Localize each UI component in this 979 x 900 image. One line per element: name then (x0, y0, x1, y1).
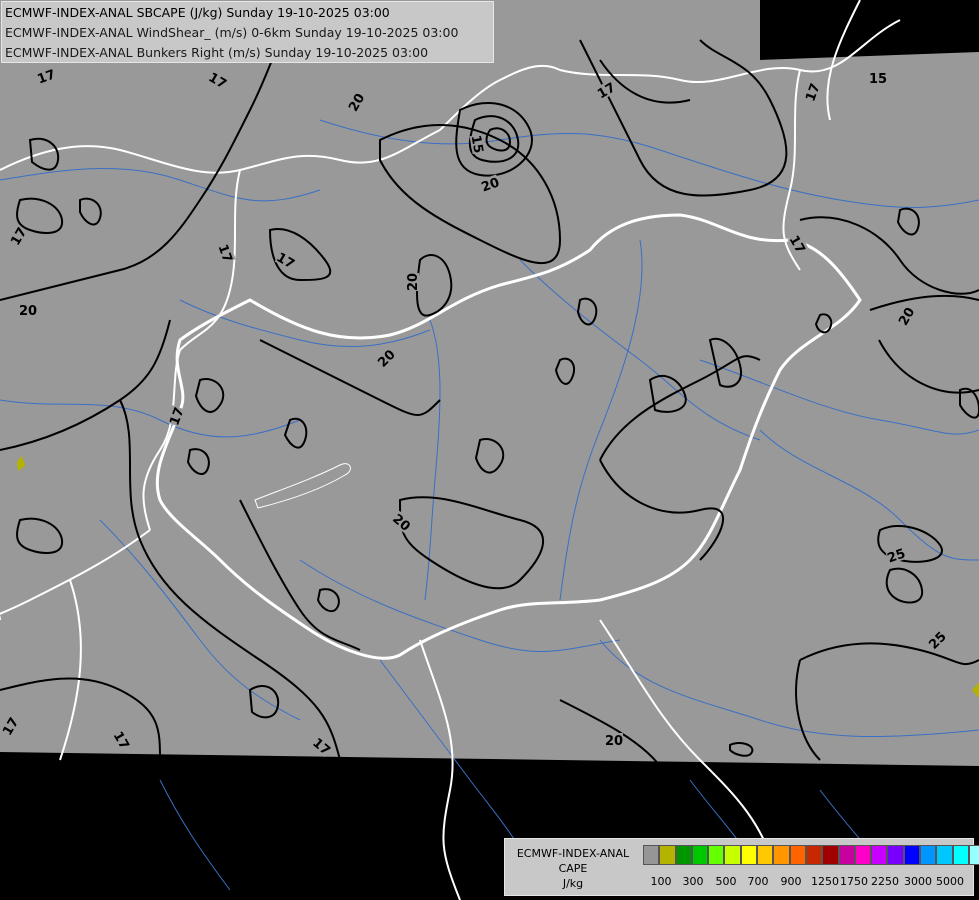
legend-swatch (724, 845, 741, 865)
legend-swatch (936, 845, 953, 865)
cape-legend: ECMWF-INDEX-ANAL CAPE J/kg 100 300 500 700 9… (504, 838, 979, 896)
weather-map[interactable]: 17 17201715202017 171517 172017202017202525… (0, 0, 979, 900)
legend-title: ECMWF-INDEX-ANAL CAPE J/kg (507, 846, 639, 891)
title-sbcape: ECMWF-INDEX-ANAL SBCAPE (J/kg) Sunday 19… (5, 5, 390, 20)
contour-label: 20 (605, 734, 623, 749)
contour-label: 20 (406, 273, 421, 291)
title-bunkers: ECMWF-INDEX-ANAL Bunkers Right (m/s) Sun… (5, 45, 429, 60)
legend-swatch (789, 845, 806, 865)
contour-label: 15 (468, 134, 486, 154)
title-windshear: ECMWF-INDEX-ANAL WindShear_ (m/s) 0-6km … (5, 25, 459, 40)
legend-swatch (659, 845, 676, 865)
legend-unit: J/kg (562, 877, 584, 890)
legend-swatch (968, 845, 979, 865)
legend-tick-label: 300 (682, 875, 704, 888)
legend-tick-label: 2250 (871, 875, 899, 888)
legend-swatch (691, 845, 709, 865)
legend-swatch (920, 845, 937, 865)
contour-label: 15 (869, 72, 887, 87)
data-domain (0, 0, 979, 766)
legend-tick-label: 5000 (936, 875, 964, 888)
legend-tick-label: 900 (780, 875, 802, 888)
legend-swatch (903, 845, 921, 865)
legend-swatch (887, 845, 904, 865)
legend-swatch (838, 845, 855, 865)
legend-tick-label: 500 (715, 875, 737, 888)
map-title-box: ECMWF-INDEX-ANAL SBCAPE (J/kg) Sunday 19… (1, 1, 494, 63)
legend-swatch (740, 845, 758, 865)
legend-swatch (708, 845, 725, 865)
legend-swatch (805, 845, 823, 865)
legend-tick-label: 1750 (840, 875, 868, 888)
legend-swatch (822, 845, 839, 865)
legend-swatch (757, 845, 774, 865)
legend-swatch (675, 845, 692, 865)
contour-label: 20 (19, 304, 37, 319)
legend-source: ECMWF-INDEX-ANAL (516, 847, 630, 860)
legend-swatch (773, 845, 790, 865)
legend-tick-label: 700 (747, 875, 769, 888)
nodata-top-right (760, 0, 979, 60)
map-viewer: 17 17 20 17 15 20 20 17 17 15 17 17 20 17 20 20 17 20 25 25… (0, 0, 979, 900)
legend-color-scale (643, 845, 979, 865)
legend-parameter: CAPE (558, 862, 588, 875)
legend-tick-labels: 100 300 500 700 900 1250 1750 2250 3000 5000 (641, 875, 971, 889)
legend-tick-label: 3000 (904, 875, 932, 888)
legend-swatch (854, 845, 872, 865)
legend-swatch (643, 845, 660, 865)
legend-tick-label: 100 (650, 875, 672, 888)
legend-tick-label: 1250 (811, 875, 839, 888)
legend-swatch (871, 845, 888, 865)
legend-swatch (952, 845, 969, 865)
